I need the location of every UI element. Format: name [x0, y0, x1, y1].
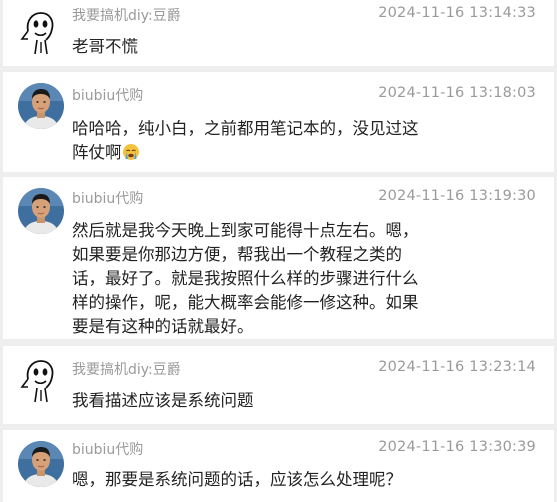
sender-name[interactable]: biubiu代购: [72, 439, 143, 459]
chat-message: biubiu代购 2024-11-16 13:30:39 嗯，那要是系统问题的话…: [3, 430, 554, 502]
sender-name[interactable]: biubiu代购: [72, 188, 143, 208]
message-timestamp: 2024-11-16 13:18:03: [378, 85, 536, 101]
message-text: 嗯，那要是系统问题的话，应该怎么处理呢？: [72, 470, 402, 489]
chat-message: biubiu代购 2024-11-16 13:18:03 哈哈哈，纯小白，之前都…: [3, 72, 554, 172]
chat-message: biubiu代购 2024-11-16 13:19:30 然后就是我今天晚上到家…: [3, 177, 554, 339]
chat-message: 我要搞机diy:豆爵 2024-11-16 13:14:33 老哥不慌: [3, 0, 554, 66]
message-timestamp: 2024-11-16 13:23:14: [378, 359, 536, 375]
message-text: 哈哈哈，纯小白，之前都用笔记本的，没见过这 阵仗啊: [72, 119, 419, 162]
doodle-face-icon: [20, 360, 54, 403]
sender-name[interactable]: 我要搞机diy:豆爵: [72, 359, 181, 379]
avatar[interactable]: [18, 188, 64, 234]
crying-face-icon: [122, 144, 139, 160]
doodle-face-icon: [20, 12, 54, 55]
chat-message: 我要搞机diy:豆爵 2024-11-16 13:23:14 我看描述应该是系统…: [3, 346, 554, 424]
avatar[interactable]: [18, 441, 64, 487]
avatar[interactable]: [18, 9, 64, 55]
sender-name[interactable]: 我要搞机diy:豆爵: [72, 5, 181, 25]
message-timestamp: 2024-11-16 13:30:39: [378, 439, 536, 455]
message-timestamp: 2024-11-16 13:19:30: [378, 188, 536, 204]
message-text: 老哥不慌: [72, 37, 138, 56]
message-timestamp: 2024-11-16 13:14:33: [378, 5, 536, 21]
message-text: 然后就是我今天晚上到家可能得十点左右。嗯， 如果要是你那边方便，帮我出一个教程之…: [72, 221, 419, 336]
avatar[interactable]: [18, 357, 64, 403]
man-photo-avatar: [18, 83, 64, 129]
man-photo-avatar: [18, 441, 64, 487]
man-photo-avatar: [18, 188, 64, 234]
avatar[interactable]: [18, 83, 64, 129]
sender-name[interactable]: biubiu代购: [72, 85, 143, 105]
message-text: 我看描述应该是系统问题: [72, 391, 254, 410]
